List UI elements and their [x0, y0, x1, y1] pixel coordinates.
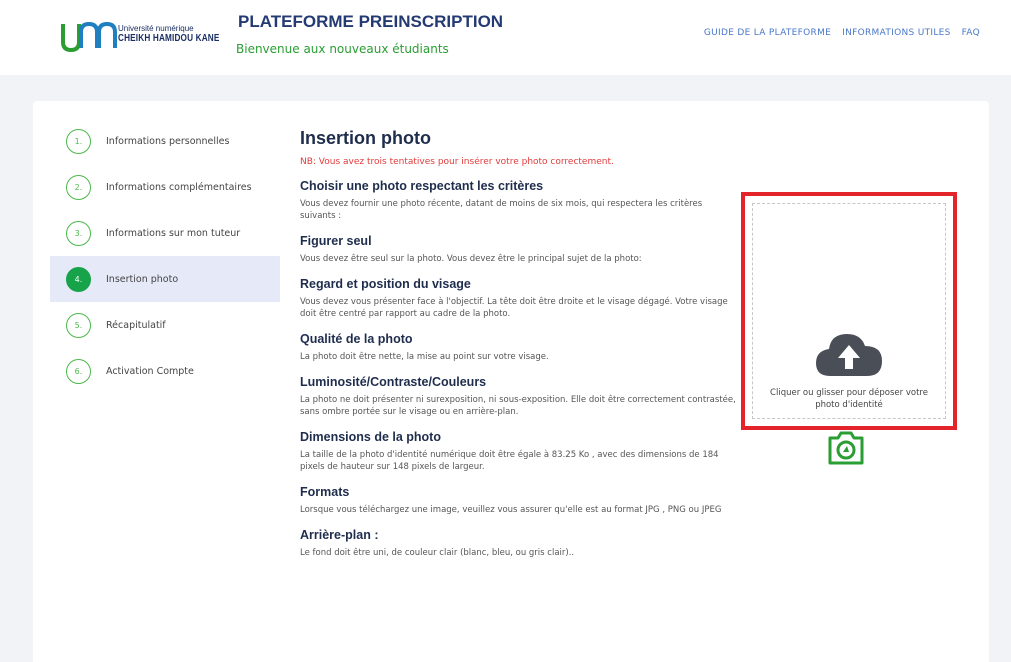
page-title: Insertion photo: [300, 128, 431, 148]
criteria-section: Arrière-plan : Le fond doit être uni, de…: [300, 528, 740, 559]
criteria-section: Qualité de la photo La photo doit être n…: [300, 332, 740, 363]
step-label: Activation Compte: [106, 365, 194, 377]
section-heading: Formats: [300, 485, 350, 499]
step-number-badge: 5.: [66, 312, 91, 338]
step-informations-personnelles[interactable]: 1. Informations personnelles: [50, 118, 280, 164]
criteria-section: Figurer seul Vous devez être seul sur la…: [300, 234, 740, 265]
step-recapitulatif[interactable]: 5. Récapitulatif: [50, 302, 280, 348]
section-heading: Figurer seul: [300, 234, 372, 248]
logo-subtitle: Université numérique: [118, 24, 194, 33]
site-title: PLATEFORME PREINSCRIPTION: [238, 12, 504, 31]
section-text: La photo ne doit présenter ni surexposit…: [300, 395, 736, 417]
step-label: Informations personnelles: [106, 135, 230, 147]
section-heading: Arrière-plan :: [300, 528, 379, 542]
university-logo[interactable]: Université numérique CHEIKH HAMIDOU KANE: [60, 18, 230, 54]
nav-link-informations[interactable]: INFORMATIONS UTILES: [842, 28, 951, 38]
step-label: Informations complémentaires: [106, 181, 252, 193]
cloud-upload-icon: [816, 334, 882, 376]
logo-name: CHEIKH HAMIDOU KANE: [118, 33, 220, 44]
section-text: La photo doit être nette, la mise au poi…: [300, 352, 549, 362]
top-header: Université numérique CHEIKH HAMIDOU KANE…: [0, 0, 1011, 75]
step-label: Insertion photo: [106, 273, 179, 285]
step-informations-tuteur[interactable]: 3. Informations sur mon tuteur: [50, 210, 280, 256]
site-subtitle: Bienvenue aux nouveaux étudiants: [236, 42, 449, 56]
dropzone-instructions: Cliquer ou glisser pour déposer votre ph…: [770, 388, 928, 410]
section-heading: Choisir une photo respectant les critère…: [300, 179, 544, 193]
section-text: Vous devez fournir une photo récente, da…: [300, 199, 703, 221]
step-label: Récapitulatif: [106, 319, 166, 331]
step-informations-complementaires[interactable]: 2. Informations complémentaires: [50, 164, 280, 210]
section-heading: Regard et position du visage: [300, 277, 471, 291]
nav-link-faq[interactable]: FAQ: [962, 28, 980, 38]
section-heading: Dimensions de la photo: [300, 430, 441, 444]
section-text: Vous devez vous présenter face à l'objec…: [300, 297, 728, 319]
photo-dropzone-highlight: Cliquer ou glisser pour déposer votre ph…: [741, 192, 957, 430]
step-number-badge: 4.: [66, 266, 91, 292]
criteria-section: Choisir une photo respectant les critère…: [300, 179, 740, 222]
step-number-badge: 2.: [66, 174, 91, 200]
step-insertion-photo[interactable]: 4. Insertion photo: [50, 256, 280, 302]
criteria-section: Formats Lorsque vous téléchargez une ima…: [300, 485, 740, 516]
logo-mark-icon: [61, 21, 117, 53]
section-text: Le fond doit être uni, de couleur clair …: [300, 548, 575, 558]
photo-instructions: Insertion photo NB: Vous avez trois tent…: [300, 128, 740, 559]
attempts-warning: NB: Vous avez trois tentatives pour insé…: [300, 157, 614, 167]
step-number-badge: 6.: [66, 358, 91, 384]
section-heading: Luminosité/Contraste/Couleurs: [300, 375, 487, 389]
top-navigation: GUIDE DE LA PLATEFORME INFORMATIONS UTIL…: [704, 28, 980, 38]
nav-link-guide[interactable]: GUIDE DE LA PLATEFORME: [704, 28, 831, 38]
registration-stepper: 1. Informations personnelles 2. Informat…: [50, 118, 280, 394]
section-text: Vous devez être seul sur la photo. Vous …: [300, 254, 642, 264]
criteria-section: Dimensions de la photo La taille de la p…: [300, 430, 740, 473]
step-label: Informations sur mon tuteur: [106, 227, 241, 239]
step-activation-compte[interactable]: 6. Activation Compte: [50, 348, 280, 394]
photo-dropzone[interactable]: Cliquer ou glisser pour déposer votre ph…: [752, 203, 946, 419]
section-heading: Qualité de la photo: [300, 332, 413, 346]
step-number-badge: 3.: [66, 220, 91, 246]
step-number-badge: 1.: [66, 128, 91, 154]
section-text: La taille de la photo d'identité numériq…: [300, 450, 719, 472]
criteria-section: Luminosité/Contraste/Couleurs La photo n…: [300, 375, 740, 418]
camera-icon[interactable]: [826, 430, 866, 466]
section-text: Lorsque vous téléchargez une image, veui…: [300, 505, 722, 515]
criteria-section: Regard et position du visage Vous devez …: [300, 277, 740, 320]
